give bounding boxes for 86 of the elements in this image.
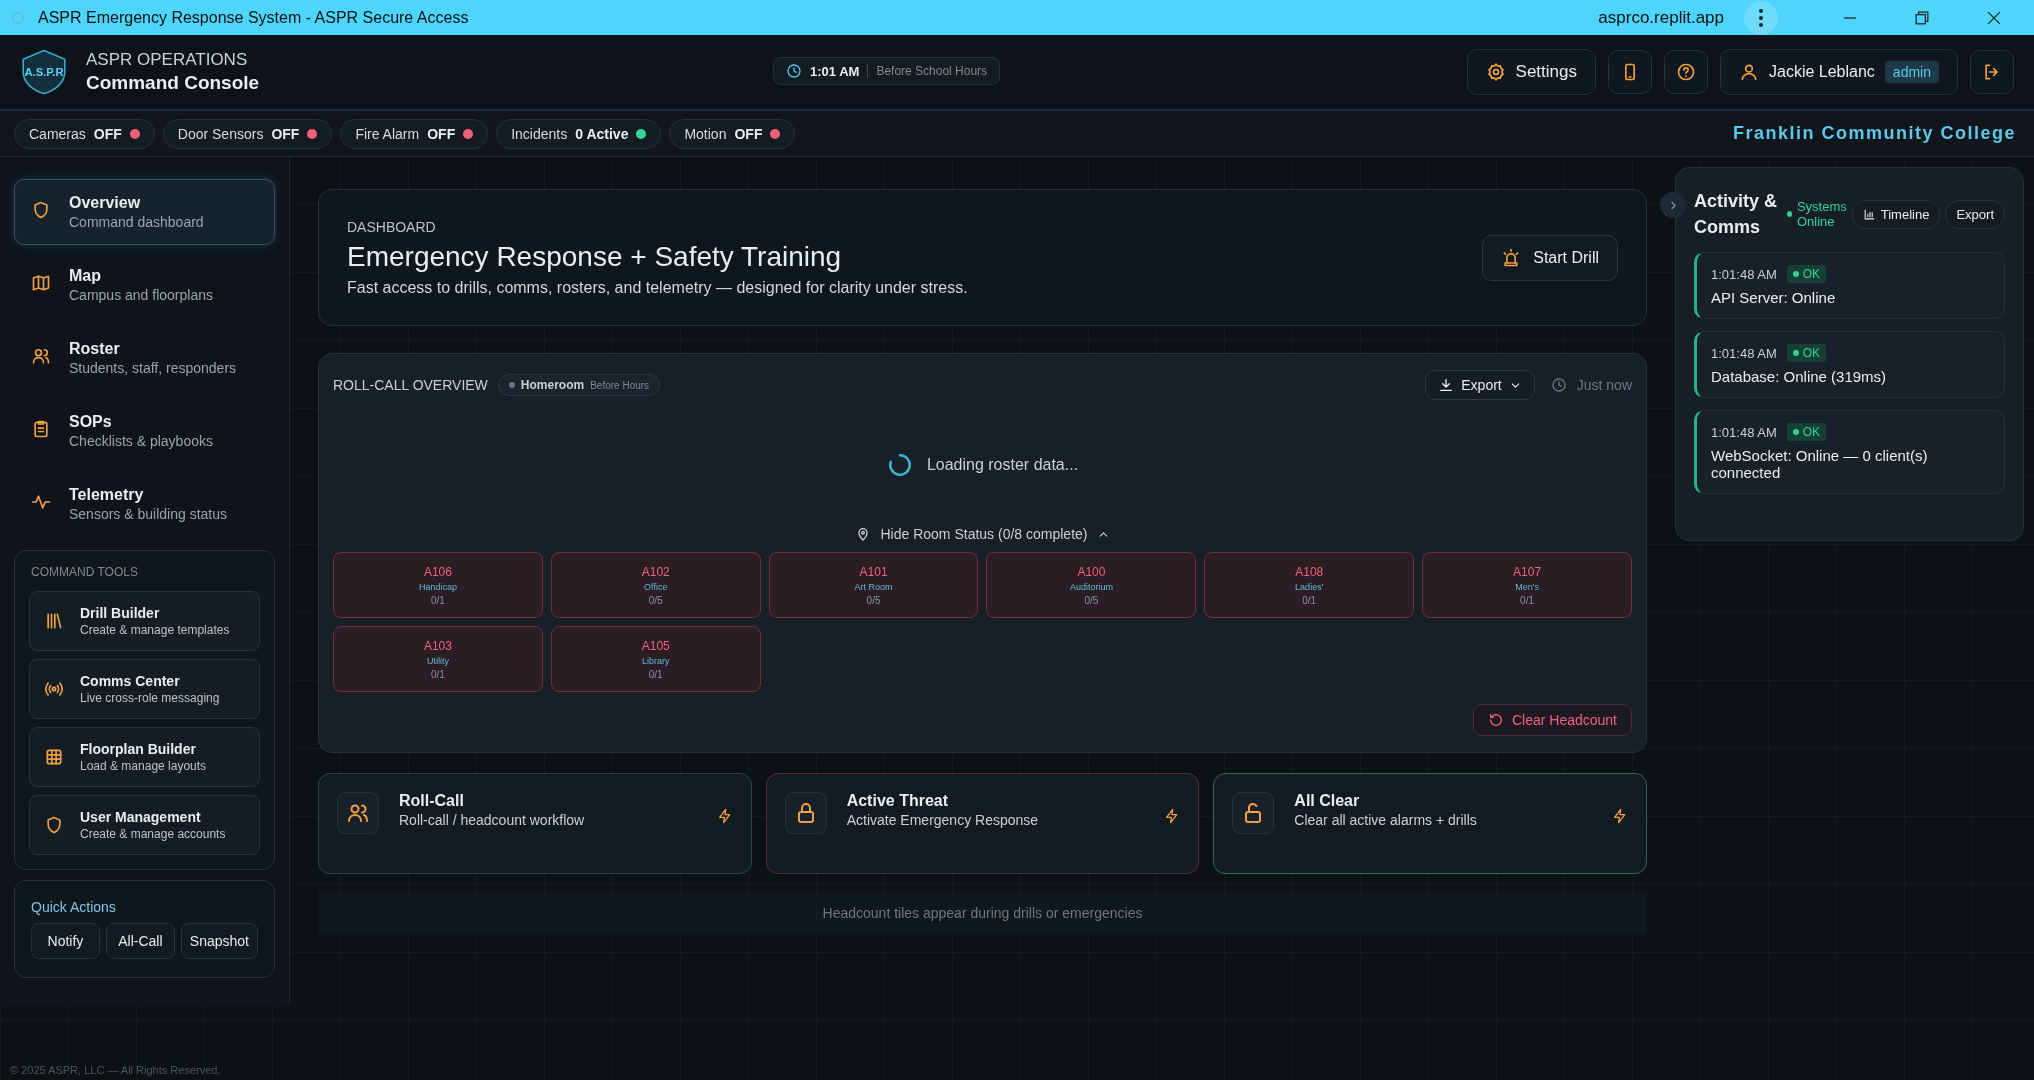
shield-logo: A.S.P.R: [20, 47, 68, 97]
clock-icon: [786, 63, 802, 79]
shield-icon: [31, 200, 51, 220]
people-icon: [31, 346, 51, 366]
action-card[interactable]: Active Threat Activate Emergency Response: [765, 773, 1200, 874]
shield-icon: [44, 815, 64, 835]
quick-action-button[interactable]: All-Call: [105, 923, 175, 959]
export-button[interactable]: Export: [1945, 199, 2005, 229]
pulse-icon: [31, 492, 51, 512]
more-options-button[interactable]: [1744, 0, 1778, 35]
status-chip: Cameras OFF: [14, 118, 155, 149]
clock-time: 1:01 AM: [810, 63, 860, 79]
clipboard-icon: [31, 419, 51, 439]
roll-call-heading: ROLL-CALL OVERVIEW: [333, 377, 488, 393]
dashboard-subtitle: Fast access to drills, comms, rosters, and telemetry — designed for clarity under stress.: [347, 278, 969, 297]
start-drill-button[interactable]: Start Drill: [1482, 234, 1618, 281]
loading-spinner: [886, 452, 913, 478]
tool-item[interactable]: Drill Builder Create & manage templates: [29, 591, 260, 651]
copyright-text: © 2025 ASPR, LLC — All Rights Reserved.: [10, 1064, 221, 1076]
books-icon: [44, 611, 64, 631]
clock-icon: [1550, 377, 1567, 393]
download-icon: [1438, 377, 1455, 393]
settings-icon: [1485, 62, 1506, 82]
map-icon: [31, 273, 51, 293]
activity-title: Activity & Comms: [1694, 190, 1779, 240]
status-chip: Door Sensors OFF: [162, 118, 333, 149]
action-card[interactable]: Roll-Call Roll-call / headcount workflow: [318, 773, 752, 874]
dashboard-eyebrow: DASHBOARD: [347, 218, 437, 235]
help-icon: [1676, 62, 1696, 82]
status-chip: Fire Alarm OFF: [340, 118, 489, 149]
mode-tag: Homeroom Before Hours: [497, 374, 661, 396]
clear-headcount-button[interactable]: Clear Headcount: [1472, 704, 1632, 736]
systems-status: Systems Online: [1796, 199, 1847, 230]
room-tile[interactable]: A100 Auditorium 0/5: [986, 552, 1197, 618]
room-tile[interactable]: A105 Library 0/1: [550, 626, 761, 692]
nav-item[interactable]: Roster Students, staff, responders: [14, 325, 275, 391]
room-status-toggle[interactable]: Hide Room Status (0/8 complete): [850, 522, 1115, 546]
room-tile[interactable]: A102 Office 0/5: [550, 552, 761, 618]
nav-item[interactable]: Overview Command dashboard: [14, 179, 275, 245]
room-tile[interactable]: A108 Ladies' 0/1: [1204, 552, 1415, 618]
help-button[interactable]: [1664, 50, 1708, 94]
reset-icon: [1487, 712, 1504, 728]
status-chip: Motion OFF: [669, 118, 796, 149]
log-entry: 1:01:48 AM OK Database: Online (319ms): [1694, 331, 2005, 399]
export-dropdown[interactable]: Export: [1425, 370, 1535, 400]
window-title: ASPR Emergency Response System - ASPR Secure Access: [38, 8, 469, 27]
tool-item[interactable]: Floorplan Builder Load & manage layouts: [29, 727, 260, 787]
room-tile[interactable]: A107 Men's 0/1: [1422, 552, 1632, 618]
updated-time: Just now: [1576, 377, 1632, 393]
section-heading: Quick Actions: [31, 899, 117, 915]
user-menu-button[interactable]: Jackie Leblanc admin: [1720, 49, 1958, 95]
user-icon: [1739, 62, 1759, 82]
room-tile[interactable]: A101 Art Room 0/5: [768, 552, 979, 618]
grid-icon: [44, 747, 64, 767]
loading-text: Loading roster data...: [926, 456, 1079, 474]
settings-button[interactable]: Settings: [1466, 49, 1596, 95]
dashboard-title: Emergency Response + Safety Training: [347, 240, 843, 273]
log-entry: 1:01:48 AM OK API Server: Online: [1694, 252, 2005, 320]
log-entry: 1:01:48 AM OK WebSocket: Online — 0 client(s) connected: [1694, 410, 2005, 495]
headcount-note: Headcount tiles appear during drills or emergencies: [822, 905, 1143, 921]
nav-item[interactable]: Telemetry Sensors & building status: [14, 471, 275, 537]
room-tile[interactable]: A103 Utility 0/1: [333, 626, 543, 692]
timeline-button[interactable]: Timeline: [1851, 199, 1941, 229]
lightning-icon: [1612, 808, 1628, 824]
console-eyebrow: ASPR OPERATIONS: [86, 50, 249, 70]
lightning-icon: [716, 808, 733, 824]
kebab-icon: [1759, 8, 1763, 27]
clock-period: Before School Hours: [876, 64, 988, 78]
console-title: Command Console: [86, 72, 260, 94]
action-card[interactable]: All Clear Clear all active alarms + drills: [1213, 773, 1647, 874]
bar-chart-icon: [1862, 207, 1876, 221]
quick-action-button[interactable]: Snapshot: [180, 923, 258, 959]
tool-item[interactable]: Comms Center Live cross-role messaging: [29, 659, 260, 719]
organization-name: Franklin Community College: [1732, 123, 2016, 144]
section-heading: COMMAND TOOLS: [31, 565, 139, 579]
tool-item[interactable]: User Management Create & manage accounts: [29, 795, 260, 855]
quick-action-button[interactable]: Notify: [31, 923, 100, 959]
room-tile[interactable]: A106 Handicap 0/1: [333, 552, 543, 618]
address-text: asprco.replit.app: [1598, 7, 1724, 28]
app-icon: [10, 9, 26, 26]
nav-item[interactable]: SOPs Checklists & playbooks: [14, 398, 275, 464]
nav-item[interactable]: Map Campus and floorplans: [14, 252, 275, 318]
phone-button[interactable]: [1608, 50, 1652, 94]
logout-button[interactable]: [1970, 50, 2014, 94]
broadcast-icon: [44, 679, 64, 699]
status-chip: Incidents 0 Active: [496, 118, 662, 149]
